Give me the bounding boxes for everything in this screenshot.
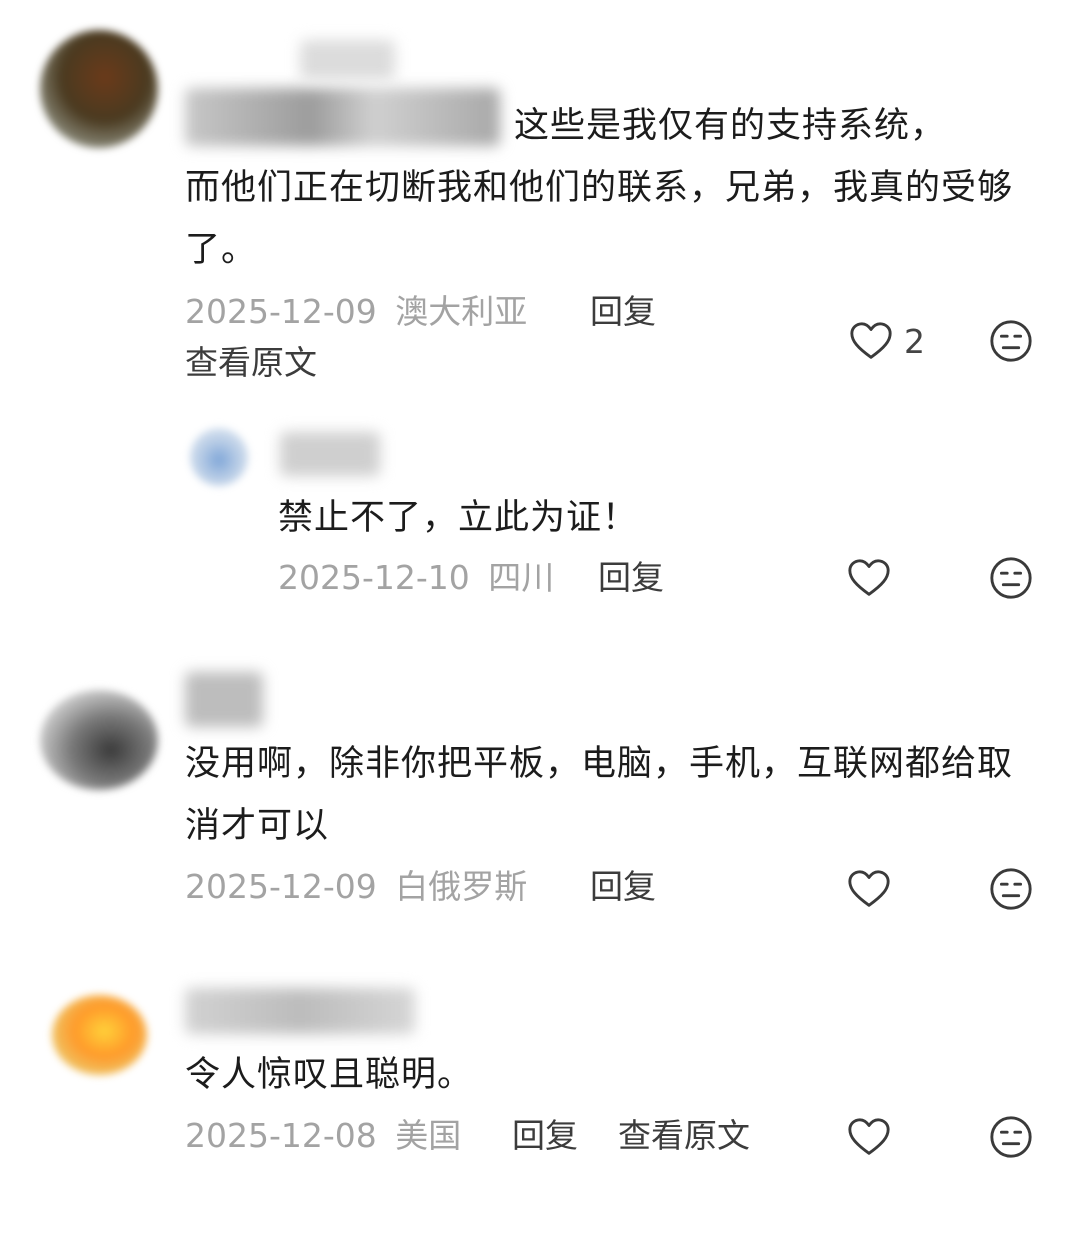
- comment-meta: 2025-12-09 澳大利亚: [185, 290, 527, 334]
- username-blurred[interactable]: [185, 672, 263, 727]
- like-count: 2: [904, 321, 925, 361]
- avatar[interactable]: [52, 995, 147, 1075]
- reply-button[interactable]: 回复: [590, 290, 656, 334]
- comment-location: 美国: [395, 1116, 462, 1155]
- comment-text: 禁止不了，立此为证！: [278, 498, 639, 538]
- comment-location: 白俄罗斯: [395, 867, 528, 906]
- comment-location: 四川: [488, 558, 555, 597]
- meh-face-icon[interactable]: [988, 555, 1034, 601]
- comment-text: 没用啊，除非你把平板，电脑，手机，互联网都给取消才可以: [185, 744, 1014, 846]
- comment-meta: 2025-12-10 四川: [278, 556, 554, 600]
- meh-face-icon[interactable]: [988, 1114, 1034, 1160]
- like-button[interactable]: 2: [848, 318, 925, 364]
- heart-outline-icon: [846, 866, 892, 912]
- comment-meta: 2025-12-08 美国: [185, 1114, 461, 1158]
- comment-text-line1: 这些是我仅有的支持系统，: [514, 106, 947, 146]
- view-original-button[interactable]: 查看原文: [618, 1114, 750, 1158]
- username-blurred[interactable]: [280, 432, 380, 476]
- comment-date: 2025-12-10: [278, 558, 470, 597]
- avatar[interactable]: [40, 30, 158, 148]
- like-button[interactable]: [846, 866, 892, 912]
- comment-date: 2025-12-08: [185, 1116, 377, 1155]
- username-blurred[interactable]: [185, 988, 415, 1034]
- reply-button[interactable]: 回复: [598, 556, 664, 600]
- view-original-button[interactable]: 查看原文: [185, 341, 317, 385]
- reply-button[interactable]: 回复: [512, 1114, 578, 1158]
- avatar[interactable]: [190, 428, 248, 486]
- like-button[interactable]: [846, 1114, 892, 1160]
- reply-button[interactable]: 回复: [590, 865, 656, 909]
- meh-face-icon[interactable]: [988, 318, 1034, 364]
- comment-text: 而他们正在切断我和他们的联系，兄弟，我真的受够了。: [185, 168, 1014, 270]
- comment-location: 澳大利亚: [395, 292, 528, 331]
- comment-date: 2025-12-09: [185, 867, 377, 906]
- avatar[interactable]: [40, 690, 158, 790]
- username-blurred-upper: [300, 40, 395, 80]
- heart-outline-icon: [848, 318, 894, 364]
- meh-face-icon[interactable]: [988, 866, 1034, 912]
- heart-outline-icon: [846, 555, 892, 601]
- like-button[interactable]: [846, 555, 892, 601]
- comment-text: 令人惊叹且聪明。: [185, 1055, 474, 1095]
- comment-date: 2025-12-09: [185, 292, 377, 331]
- heart-outline-icon: [846, 1114, 892, 1160]
- username-blurred[interactable]: [185, 88, 500, 146]
- comment-meta: 2025-12-09 白俄罗斯: [185, 865, 527, 909]
